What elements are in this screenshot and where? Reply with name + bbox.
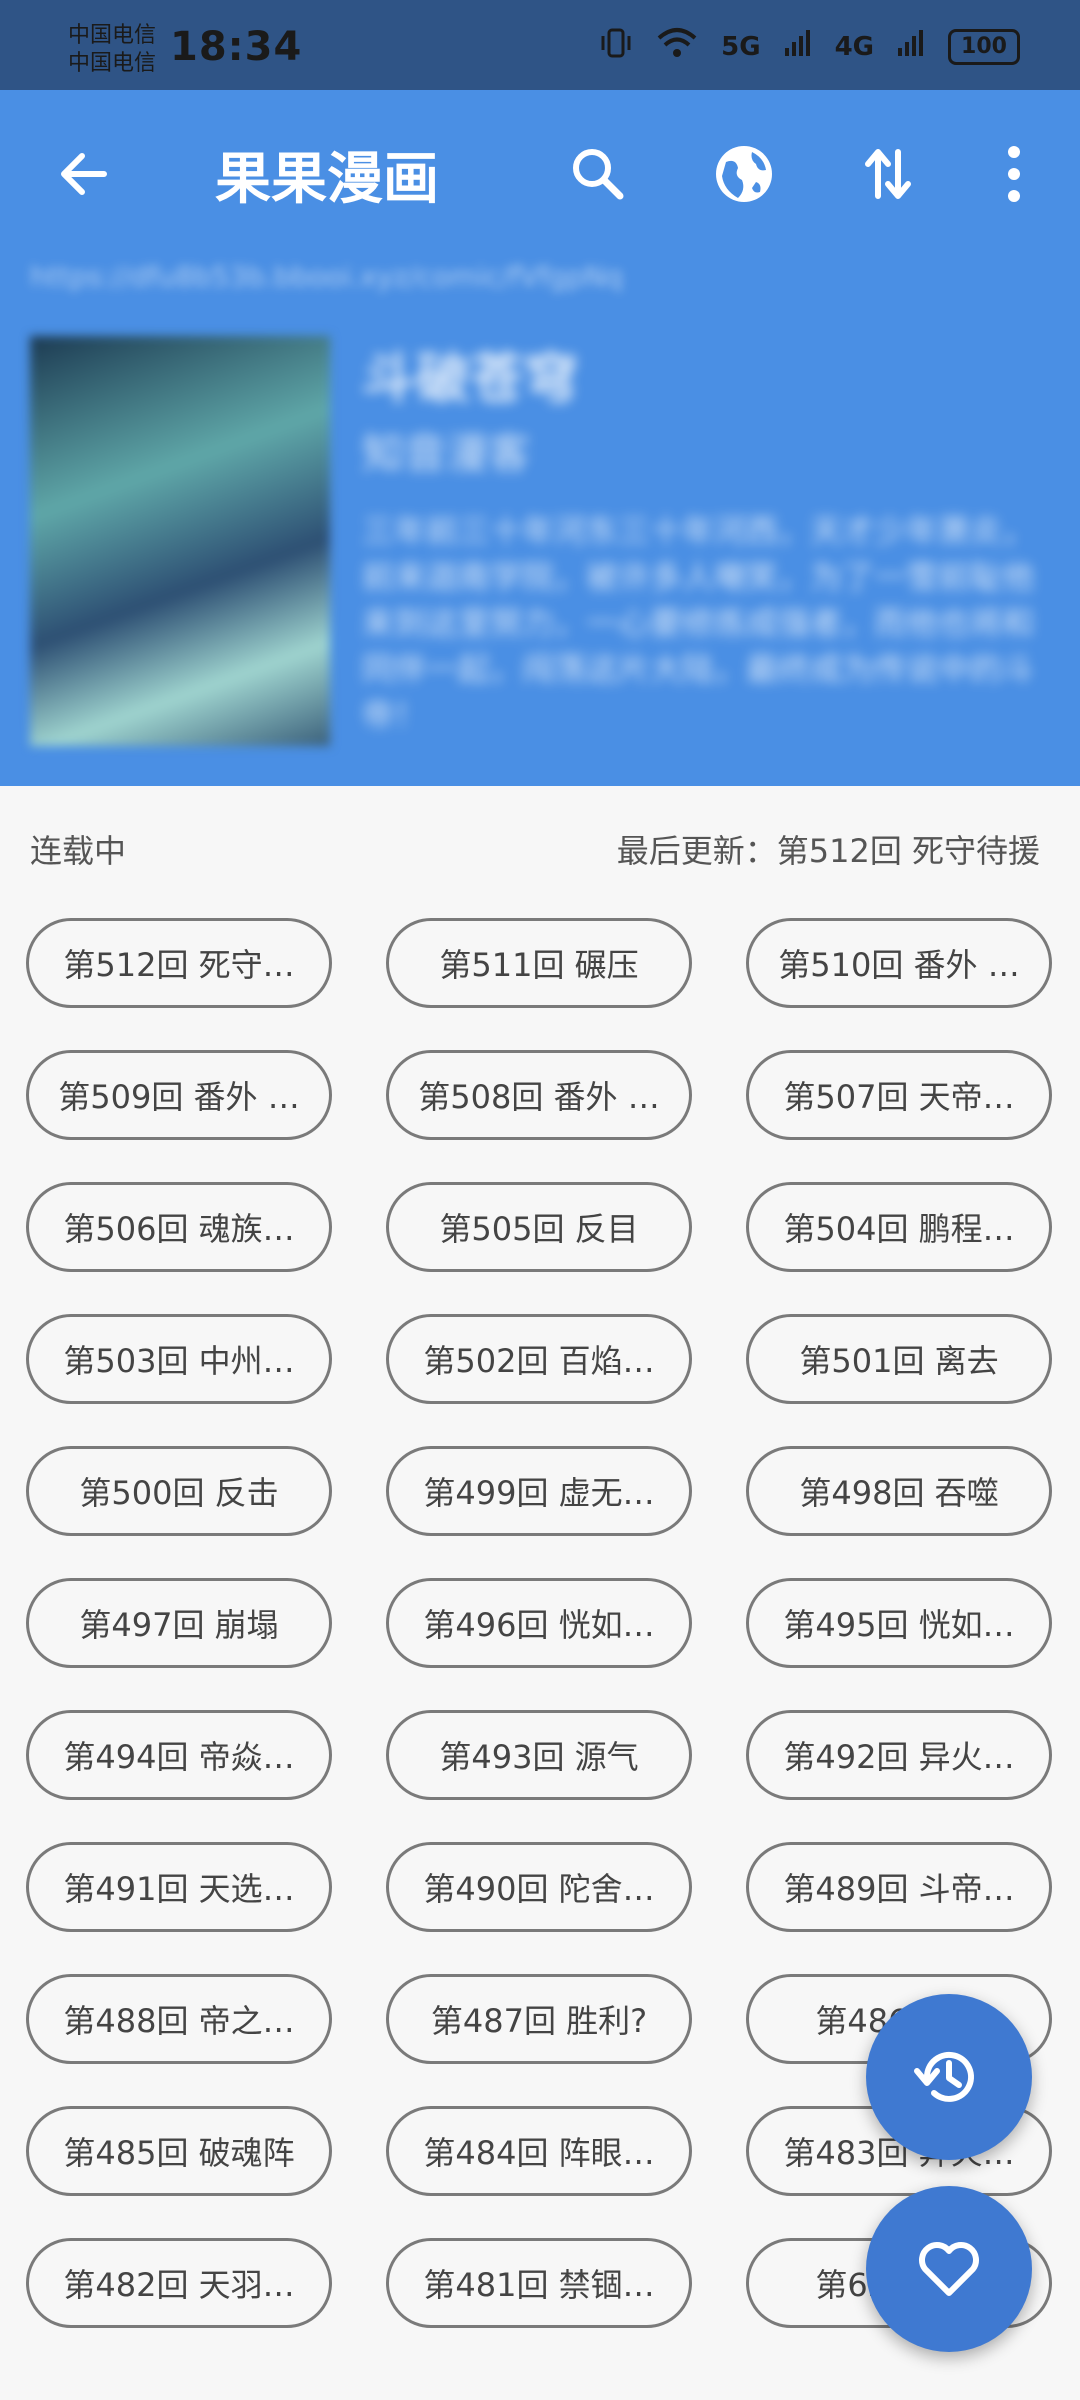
chapter-button[interactable]: 第502回 百焰… [386,1314,692,1404]
chapter-button[interactable]: 第509回 番外 … [26,1050,332,1140]
wifi-icon [655,26,699,67]
signal-4g-label: 4G [834,31,874,62]
globe-icon[interactable] [704,134,784,214]
app-title: 果果漫画 [215,147,439,212]
clock: 18:34 [170,24,303,70]
chapter-section: 连载中 最后更新：第512回 死守待援 第512回 死守… 第511回 碾压 第… [0,786,1080,2400]
chapter-button[interactable]: 第488回 帝之… [26,1974,332,2064]
chapter-button[interactable]: 第489回 斗帝… [746,1842,1052,1932]
comic-name: 斗破苍穹 [362,347,578,410]
chapter-button[interactable]: 第506回 魂族… [26,1182,332,1272]
signal-bars-icon [783,28,813,65]
chapter-button[interactable]: 第512回 死守… [26,918,332,1008]
app-bar: 果果漫画 [0,90,1080,258]
favorite-button[interactable] [866,2186,1032,2352]
carrier-labels: 中国电信 中国电信 [68,22,156,78]
chapter-button[interactable]: 第485回 破魂阵 [26,2106,332,2196]
battery-indicator: 100 [948,28,1020,65]
chapter-button[interactable]: 第490回 陀舍… [386,1842,692,1932]
chapter-button[interactable]: 第497回 崩塌 [26,1578,332,1668]
chapter-button[interactable]: 第498回 吞噬 [746,1446,1052,1536]
chapter-button[interactable]: 第494回 帝焱… [26,1710,332,1800]
comic-cover[interactable] [30,336,330,746]
comic-description: 三年前三十年河东三十年河西，天才少年萧炎，前来迦南学院，被许多人嘲笑，为了一雪前… [362,512,1035,734]
chapter-button[interactable]: 第500回 反击 [26,1446,332,1536]
chapter-button[interactable]: 第505回 反目 [386,1182,692,1272]
chapter-button[interactable]: 第493回 源气 [386,1710,692,1800]
last-update: 最后更新：第512回 死守待援 [616,832,1040,870]
chapter-button[interactable]: 第496回 恍如… [386,1578,692,1668]
status-bar: 中国电信 中国电信 18:34 5G 4G 100 [0,0,1080,90]
chapter-button[interactable]: 第504回 鹏程… [746,1182,1052,1272]
chapter-button[interactable]: 第507回 天帝… [746,1050,1052,1140]
back-arrow-icon[interactable] [44,134,124,214]
history-button[interactable] [866,1994,1032,2160]
history-icon [914,2051,974,2102]
carrier-1: 中国电信 [68,23,157,48]
chapter-button[interactable]: 第511回 碾压 [386,918,692,1008]
chapter-button[interactable]: 第484回 阵眼… [386,2106,692,2196]
serial-status: 连载中 [30,832,127,870]
chapter-button[interactable]: 第503回 中州… [26,1314,332,1404]
more-vert-icon[interactable] [974,134,1054,214]
chapter-button[interactable]: 第501回 离去 [746,1314,1052,1404]
chapter-button[interactable]: 第510回 番外 … [746,918,1052,1008]
chapter-button[interactable]: 第492回 异火… [746,1710,1052,1800]
signal-bars-icon-2 [896,28,926,65]
comic-url[interactable]: https://dfu8b53b.bbooi.xyz/comic/fVfgpNq [30,260,623,293]
chapter-button[interactable]: 第508回 番外 … [386,1050,692,1140]
status-icons: 5G 4G 100 [599,26,1020,67]
chapter-button[interactable]: 第491回 天选… [26,1842,332,1932]
swap-icon[interactable] [848,134,928,214]
signal-5g-label: 5G [721,31,761,62]
comic-header: 果果漫画 https://dfu8b53b.bbooi.xyz/comic/fV… [0,90,1080,786]
heart-icon [919,2242,979,2296]
chapter-button[interactable]: 第481回 禁锢… [386,2238,692,2328]
carrier-2: 中国电信 [68,51,157,76]
vibrate-icon [599,26,633,67]
chapter-button[interactable]: 第487回 胜利? [386,1974,692,2064]
chapter-button[interactable]: 第499回 虚无… [386,1446,692,1536]
comic-author: 知音漫客 [362,429,531,478]
chapter-button[interactable]: 第495回 恍如… [746,1578,1052,1668]
chapter-button[interactable]: 第482回 天羽… [26,2238,332,2328]
search-icon[interactable] [558,134,638,214]
